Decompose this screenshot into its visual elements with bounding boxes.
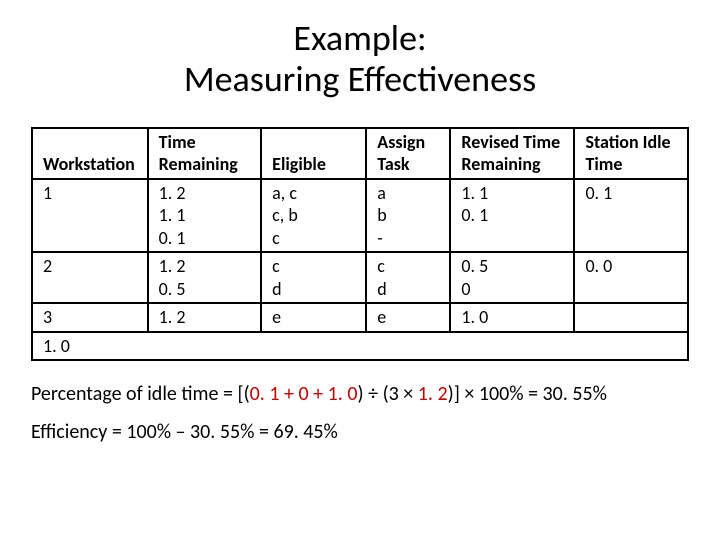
percentage-idle-line: Percentage of idle time = [(0. 1 + 0 + 1… xyxy=(31,375,689,413)
cell-workstation: 1 xyxy=(32,179,148,253)
cell-revised-time-remaining: 1. 10. 1 xyxy=(450,179,574,253)
cell-station-idle-time: 0. 1 xyxy=(574,179,688,253)
table-body: 11. 21. 10. 1a, cc, bcab-1. 10. 10. 121.… xyxy=(32,179,688,361)
calc-text: ) ÷ (3 × xyxy=(358,382,418,406)
idle-sum: 0. 1 + 0 + 1. 0 xyxy=(250,382,358,406)
cell-workstation: 2 xyxy=(32,252,148,303)
cell-station-idle-time: 0. 0 xyxy=(574,252,688,303)
table-row: 11. 21. 10. 1a, cc, bcab-1. 10. 10. 1 xyxy=(32,179,688,253)
cell-revised-time-remaining: 0. 50 xyxy=(450,252,574,303)
calc-text: )] × 100% = 30. 55% xyxy=(448,382,607,406)
cell-workstation: 3 xyxy=(32,303,148,332)
cell-time-remaining: 1. 2 xyxy=(148,303,262,332)
title-line-2: Measuring Effectiveness xyxy=(184,57,536,101)
cell-eligible: e xyxy=(261,303,366,332)
table-header-row: Workstation Time Remaining Eligible Assi… xyxy=(32,128,688,179)
calc-text: Percentage of idle time = [( xyxy=(31,382,250,406)
header-workstation: Workstation xyxy=(32,128,148,179)
title-line-1: Example: xyxy=(293,16,426,60)
header-time-remaining: Time Remaining xyxy=(148,128,262,179)
header-revised-time-remaining: Revised Time Remaining xyxy=(450,128,574,179)
cell-station-idle-time xyxy=(574,303,688,332)
cell-eligible: cd xyxy=(261,252,366,303)
cell-eligible: a, cc, bc xyxy=(261,179,366,253)
effectiveness-table: Workstation Time Remaining Eligible Assi… xyxy=(31,127,689,362)
header-assign-task: Assign Task xyxy=(366,128,450,179)
efficiency-line: Efficiency = 100% – 30. 55% = 69. 45% xyxy=(31,413,689,451)
slide-title: Example: Measuring Effectiveness xyxy=(30,18,690,101)
cycle-time: 1. 2 xyxy=(418,382,448,406)
calculations: Percentage of idle time = [(0. 1 + 0 + 1… xyxy=(31,375,689,451)
cell-assign-task: ab- xyxy=(366,179,450,253)
cell-time-remaining: 1. 20. 5 xyxy=(148,252,262,303)
header-eligible: Eligible xyxy=(261,128,366,179)
cell-revised-time-remaining: 1. 0 xyxy=(450,303,574,332)
cell-total-idle: 1. 0 xyxy=(32,332,688,361)
table-row: 31. 2ee1. 0 xyxy=(32,303,688,332)
cell-assign-task: cd xyxy=(366,252,450,303)
cell-time-remaining: 1. 21. 10. 1 xyxy=(148,179,262,253)
table-row: 21. 20. 5cdcd0. 500. 0 xyxy=(32,252,688,303)
table-total-row: 1. 0 xyxy=(32,332,688,361)
header-station-idle-time: Station Idle Time xyxy=(574,128,688,179)
cell-assign-task: e xyxy=(366,303,450,332)
